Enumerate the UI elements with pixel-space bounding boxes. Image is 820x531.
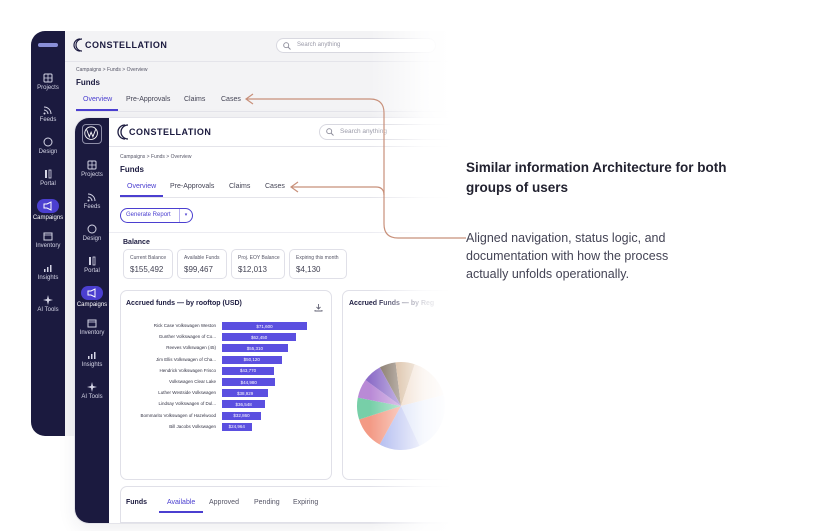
callout-title: Similar information Architecture for bot…	[466, 160, 727, 195]
connector-line-top	[247, 98, 466, 239]
callout-body: Aligned navigation, status logic, and do…	[466, 231, 669, 281]
connector-line-bottom	[292, 186, 385, 196]
